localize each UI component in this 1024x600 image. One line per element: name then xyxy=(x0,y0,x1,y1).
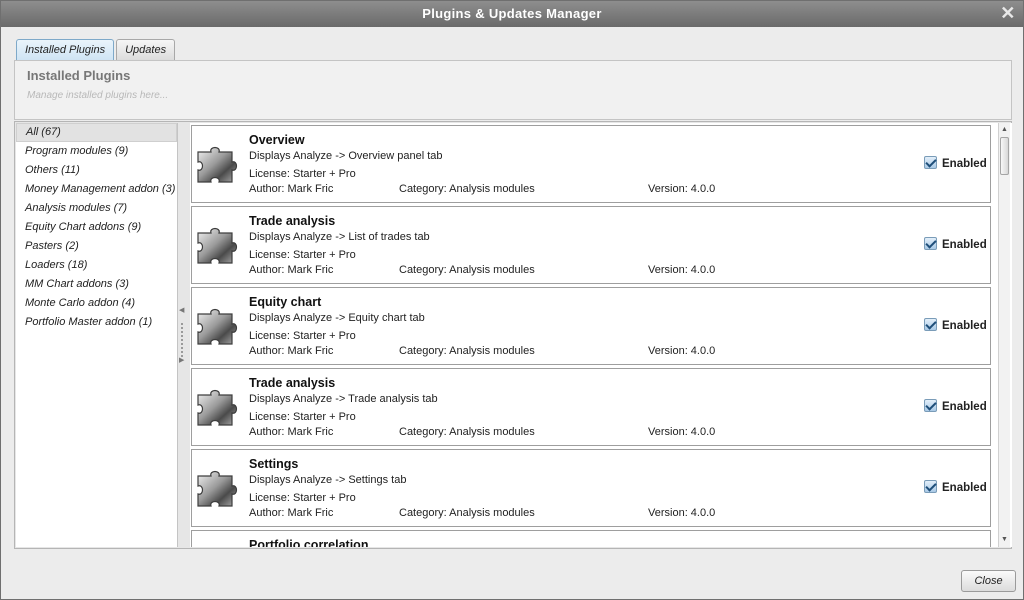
enabled-checkbox[interactable]: Enabled xyxy=(924,318,987,332)
puzzle-piece-icon xyxy=(197,308,238,345)
sidebar-item-portfolio-master-addon[interactable]: Portfolio Master addon (1) xyxy=(16,313,177,332)
plugin-category: Category: Analysis modules xyxy=(399,345,535,357)
checkbox-checked-icon[interactable] xyxy=(924,480,937,493)
enabled-label: Enabled xyxy=(942,320,987,332)
plugin-name: Trade analysis xyxy=(249,376,336,390)
plugin-card: Trade analysis Displays Analyze -> List … xyxy=(191,206,991,284)
plugin-author: Author: Mark Fric xyxy=(249,426,334,438)
plugin-version: Version: 4.0.0 xyxy=(648,264,716,276)
chevron-left-icon[interactable]: ◀ xyxy=(179,306,184,314)
puzzle-piece-icon xyxy=(197,389,238,426)
plugin-version: Version: 4.0.0 xyxy=(648,426,716,438)
window-title: Plugins & Updates Manager xyxy=(422,6,602,21)
plugin-category: Category: Analysis modules xyxy=(399,507,535,519)
checkbox-checked-icon[interactable] xyxy=(924,318,937,331)
puzzle-piece-icon xyxy=(197,470,238,507)
enabled-checkbox[interactable]: Enabled xyxy=(924,156,987,170)
section-placeholder: Manage installed plugins here... xyxy=(27,90,169,101)
scroll-thumb[interactable] xyxy=(1000,137,1009,175)
checkbox-checked-icon[interactable] xyxy=(924,156,937,169)
plugin-description: Displays Analyze -> Settings tab xyxy=(249,474,407,486)
enabled-label: Enabled xyxy=(942,482,987,494)
sidebar-item-money-management[interactable]: Money Management addon (3) xyxy=(16,180,177,199)
tab-bar: Installed Plugins Updates xyxy=(16,39,177,60)
checkbox-checked-icon[interactable] xyxy=(924,399,937,412)
plugin-name: Equity chart xyxy=(249,295,322,309)
enabled-label: Enabled xyxy=(942,158,987,170)
plugin-description: Displays Analyze -> Overview panel tab xyxy=(249,150,443,162)
plugin-description: Displays Analyze -> Equity chart tab xyxy=(249,312,425,324)
plugin-license: License: Starter + Pro xyxy=(249,168,356,180)
plugin-version: Version: 4.0.0 xyxy=(648,183,716,195)
sidebar-item-program-modules[interactable]: Program modules (9) xyxy=(16,142,177,161)
scroll-up-icon[interactable]: ▲ xyxy=(999,124,1010,136)
splitter-handle[interactable]: ◀ ▶ xyxy=(178,123,188,547)
sidebar-item-analysis-modules[interactable]: Analysis modules (7) xyxy=(16,199,177,218)
plugin-license: License: Starter + Pro xyxy=(249,411,356,423)
enabled-checkbox[interactable]: Enabled xyxy=(924,237,987,251)
enabled-label: Enabled xyxy=(942,239,987,251)
plugins-dialog: Plugins & Updates Manager ✕ Installed Pl… xyxy=(0,0,1024,600)
plugin-license: License: Starter + Pro xyxy=(249,249,356,261)
sidebar-item-loaders[interactable]: Loaders (18) xyxy=(16,256,177,275)
plugin-author: Author: Mark Fric xyxy=(249,345,334,357)
plugin-card: Trade analysis Displays Analyze -> Trade… xyxy=(191,368,991,446)
chevron-right-icon[interactable]: ▶ xyxy=(179,356,184,364)
plugin-category: Category: Analysis modules xyxy=(399,183,535,195)
plugin-name: Overview xyxy=(249,133,305,147)
plugin-author: Author: Mark Fric xyxy=(249,264,334,276)
plugin-card: Overview Displays Analyze -> Overview pa… xyxy=(191,125,991,203)
close-icon[interactable]: ✕ xyxy=(999,4,1017,22)
puzzle-piece-icon xyxy=(197,146,238,183)
close-button[interactable]: Close xyxy=(961,570,1016,592)
plugin-author: Author: Mark Fric xyxy=(249,507,334,519)
tab-installed-plugins[interactable]: Installed Plugins xyxy=(16,39,115,60)
sidebar-item-pasters[interactable]: Pasters (2) xyxy=(16,237,177,256)
scroll-down-icon[interactable]: ▼ xyxy=(999,534,1010,546)
checkbox-checked-icon[interactable] xyxy=(924,237,937,250)
header-panel: Installed Plugins Manage installed plugi… xyxy=(14,60,1012,120)
category-sidebar: All (67) Program modules (9) Others (11)… xyxy=(16,123,178,547)
plugin-description: Displays Analyze -> List of trades tab xyxy=(249,231,430,243)
plugin-category: Category: Analysis modules xyxy=(399,264,535,276)
sidebar-item-equity-chart-addons[interactable]: Equity Chart addons (9) xyxy=(16,218,177,237)
plugin-card: Portfolio correlation xyxy=(191,530,991,547)
plugin-card: Settings Displays Analyze -> Settings ta… xyxy=(191,449,991,527)
title-bar: Plugins & Updates Manager ✕ xyxy=(1,1,1023,27)
plugin-license: License: Starter + Pro xyxy=(249,492,356,504)
plugin-name: Portfolio correlation xyxy=(249,538,369,547)
plugin-author: Author: Mark Fric xyxy=(249,183,334,195)
tab-updates[interactable]: Updates xyxy=(116,39,176,60)
plugin-name: Trade analysis xyxy=(249,214,336,228)
puzzle-piece-icon xyxy=(197,227,238,264)
plugin-list: Overview Displays Analyze -> Overview pa… xyxy=(190,123,1012,547)
plugin-license: License: Starter + Pro xyxy=(249,330,356,342)
section-title: Installed Plugins xyxy=(27,68,131,83)
plugin-version: Version: 4.0.0 xyxy=(648,345,716,357)
sidebar-item-others[interactable]: Others (11) xyxy=(16,161,177,180)
enabled-label: Enabled xyxy=(942,401,987,413)
content-area: All (67) Program modules (9) Others (11)… xyxy=(14,121,1012,549)
sidebar-item-mm-chart-addons[interactable]: MM Chart addons (3) xyxy=(16,275,177,294)
vertical-scrollbar[interactable]: ▲ ▼ xyxy=(998,123,1010,547)
plugin-version: Version: 4.0.0 xyxy=(648,507,716,519)
enabled-checkbox[interactable]: Enabled xyxy=(924,480,987,494)
plugin-category: Category: Analysis modules xyxy=(399,426,535,438)
enabled-checkbox[interactable]: Enabled xyxy=(924,399,987,413)
plugin-description: Displays Analyze -> Trade analysis tab xyxy=(249,393,438,405)
sidebar-item-monte-carlo-addon[interactable]: Monte Carlo addon (4) xyxy=(16,294,177,313)
plugin-card: Equity chart Displays Analyze -> Equity … xyxy=(191,287,991,365)
grip-dots xyxy=(181,323,183,357)
sidebar-item-all[interactable]: All (67) xyxy=(16,123,177,142)
plugin-name: Settings xyxy=(249,457,299,471)
